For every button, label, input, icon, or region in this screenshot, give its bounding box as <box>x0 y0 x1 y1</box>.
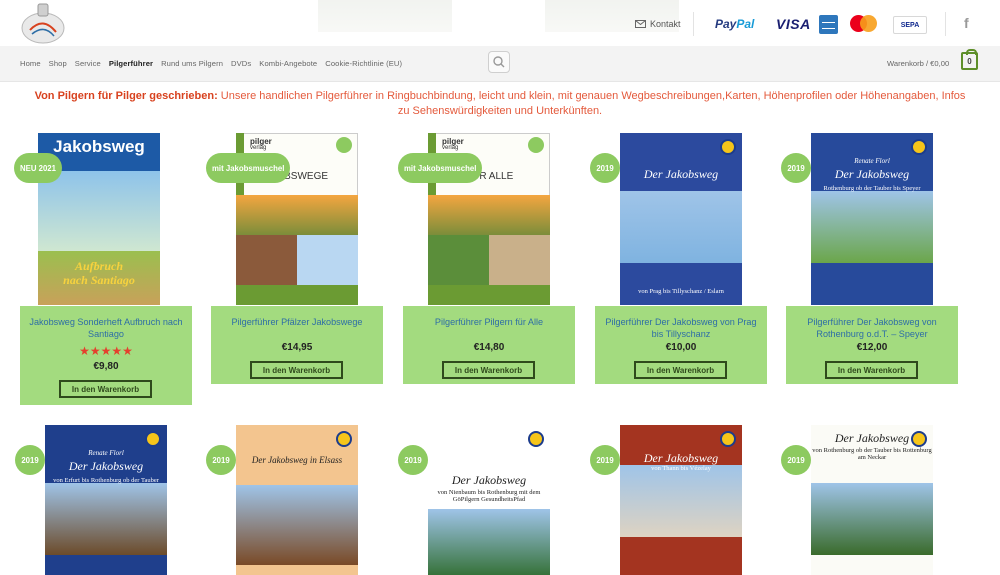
add-to-cart-button[interactable]: In den Warenkorb <box>825 361 918 379</box>
product-image[interactable]: Der Jakobsweg von Erfurt bis Rothenburg … <box>45 425 167 575</box>
product-badge: 2019 <box>590 153 620 183</box>
main-navigation: Home Shop Service Pilgerführer Rund ums Pilg… <box>0 46 1000 82</box>
divider <box>693 12 694 36</box>
intro-lead: Von Pilgern für Pilger geschrieben: <box>34 90 218 102</box>
cart-link[interactable]: Warenkorb / €0,00 <box>887 59 949 68</box>
nav-item[interactable]: Rund ums Pilgern <box>161 59 223 68</box>
nav-item[interactable]: Service <box>75 59 101 68</box>
product-image[interactable]: Der Jakobsweg von Rothenburg ob der Taub… <box>811 425 933 575</box>
mail-icon <box>635 20 646 28</box>
intro-text: Von Pilgern für Pilger geschrieben: Unse… <box>34 89 966 119</box>
contact-link[interactable]: Kontakt <box>635 19 681 29</box>
cart-icon[interactable]: 0 <box>961 49 978 70</box>
product-badge: 2019 <box>590 445 620 475</box>
logo-icon[interactable] <box>20 2 66 44</box>
paypal-logo: PayPal <box>715 17 755 31</box>
nav-item[interactable]: Shop <box>49 59 67 68</box>
product-badge: NEU 2021 <box>14 153 62 183</box>
add-to-cart-button[interactable]: In den Warenkorb <box>634 361 727 379</box>
divider <box>945 12 946 36</box>
product-info: Pilgerführer Der Jakobsweg von Rothenbur… <box>786 306 958 384</box>
search-icon <box>493 56 505 68</box>
product-title[interactable]: Jakobsweg Sonderheft Aufbruch nach Santi… <box>28 316 184 340</box>
product-badge: mit Jakobsmuschel <box>398 153 483 183</box>
product-price: €12,00 <box>856 342 888 353</box>
amex-icon <box>819 15 838 34</box>
product-image[interactable]: Der Jakobsweg von Thann bis Vézelay <box>620 425 742 575</box>
page: Kontakt PayPal VISA SEPA f Home Shop Servi… <box>0 0 1000 575</box>
product-badge: 2019 <box>206 445 236 475</box>
add-to-cart-button[interactable]: In den Warenkorb <box>442 361 535 379</box>
product-image[interactable]: Der Jakobsweg in Elsass <box>236 425 358 575</box>
intro-body: Unsere handlichen Pilgerführer in Ringbu… <box>217 90 966 117</box>
product-badge: mit Jakobsmuschel <box>206 153 291 183</box>
add-to-cart-button[interactable]: In den Warenkorb <box>59 380 152 398</box>
product-title[interactable]: Pilgerführer Pfälzer Jakobswege <box>219 316 375 328</box>
header-map-image <box>318 0 452 32</box>
product-info: Pilgerführer Der Jakobsweg von Prag bis … <box>595 306 767 384</box>
product-info: Jakobsweg Sonderheft Aufbruch nach Santi… <box>20 306 192 405</box>
sepa-logo: SEPA <box>893 16 927 34</box>
nav-menu: Home Shop Service Pilgerführer Rund ums Pilg… <box>20 59 402 68</box>
product-price: €9,80 <box>93 361 119 372</box>
nav-item[interactable]: Pilgerführer <box>109 59 153 68</box>
cart-count: 0 <box>967 56 972 66</box>
product-title[interactable]: Pilgerführer Der Jakobsweg von Rothenbur… <box>794 316 950 340</box>
product-image[interactable]: Der Jakobsweg von Nienbaum bis Rothenbur… <box>428 425 550 575</box>
facebook-icon[interactable]: f <box>964 15 969 31</box>
add-to-cart-button[interactable]: In den Warenkorb <box>250 361 343 379</box>
nav-item[interactable]: Cookie-Richtlinie (EU) <box>325 59 402 68</box>
nav-item[interactable]: Kombi-Angebote <box>259 59 317 68</box>
product-price: €10,00 <box>665 342 697 353</box>
product-title[interactable]: Pilgerführer Pilgern für Alle <box>411 316 567 328</box>
visa-logo: VISA <box>776 16 811 32</box>
product-price: €14,95 <box>281 342 313 353</box>
product-info: Pilgerführer Pfälzer Jakobswege €14,95 In … <box>211 306 383 384</box>
product-price: €14,80 <box>473 342 505 353</box>
nav-item[interactable]: Home <box>20 59 41 68</box>
mastercard-icon <box>850 15 878 35</box>
product-info: Pilgerführer Pilgern für Alle €14,80 In de… <box>403 306 575 384</box>
star-rating: ★★★★★ <box>79 344 133 358</box>
nav-item[interactable]: DVDs <box>231 59 251 68</box>
product-title[interactable]: Pilgerführer Der Jakobsweg von Prag bis … <box>603 316 759 340</box>
product-badge: 2019 <box>781 153 811 183</box>
product-image[interactable]: Der Jakobsweg Rothenburg ob der Tauber b… <box>811 133 933 305</box>
search-button[interactable] <box>488 51 510 73</box>
contact-label: Kontakt <box>650 19 681 29</box>
product-image[interactable]: Der Jakobsweg von Prag bis Tillyschanz /… <box>620 133 742 305</box>
top-bar: Kontakt PayPal VISA SEPA f <box>0 0 1000 46</box>
product-badge: 2019 <box>15 445 45 475</box>
product-badge: 2019 <box>398 445 428 475</box>
product-badge: 2019 <box>781 445 811 475</box>
